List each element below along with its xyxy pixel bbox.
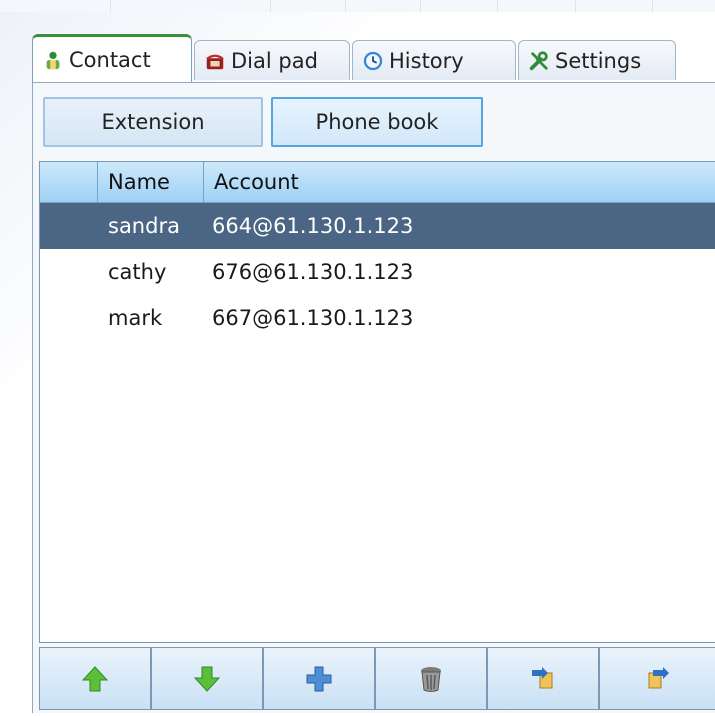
contact-person-icon <box>41 48 65 72</box>
contact-account: 676@61.130.1.123 <box>212 260 414 284</box>
tab-history-label: History <box>389 48 464 73</box>
contact-account: 667@61.130.1.123 <box>212 306 414 330</box>
move-up-button[interactable] <box>39 648 151 710</box>
contact-name: sandra <box>108 214 180 238</box>
column-header-select[interactable] <box>40 162 98 202</box>
table-toolbar <box>39 647 715 710</box>
import-icon <box>532 666 553 688</box>
import-contacts-button[interactable] <box>487 648 599 710</box>
contact-account: 664@61.130.1.123 <box>212 214 414 238</box>
contacts-table: Name Account sandra 664@61.130.1.123 cat… <box>39 161 715 643</box>
phone-book-button[interactable]: Phone book <box>271 97 483 147</box>
clock-icon <box>361 49 385 73</box>
tools-icon <box>527 49 551 73</box>
tab-contact[interactable]: Contact <box>32 34 192 82</box>
move-down-button[interactable] <box>151 648 263 710</box>
column-header-name[interactable]: Name <box>98 162 204 202</box>
table-row[interactable]: mark 667@61.130.1.123 <box>40 295 715 341</box>
contact-name: cathy <box>108 260 167 284</box>
move-down-icon <box>193 666 221 692</box>
add-contact-button[interactable] <box>263 648 375 710</box>
column-header-account[interactable]: Account <box>204 162 715 202</box>
extension-button-label: Extension <box>101 110 205 134</box>
delete-contact-button[interactable] <box>375 648 487 710</box>
table-header: Name Account <box>40 162 715 203</box>
tab-dial-pad[interactable]: Dial pad <box>194 40 350 80</box>
tab-settings-label: Settings <box>555 48 642 73</box>
phone-book-button-label: Phone book <box>315 110 439 134</box>
table-row[interactable]: cathy 676@61.130.1.123 <box>40 249 715 295</box>
export-contacts-button[interactable] <box>599 648 715 710</box>
tab-history[interactable]: History <box>352 40 516 80</box>
move-up-icon <box>81 665 109 691</box>
contact-panel: Extension Phone book Name Account sandra… <box>32 82 715 713</box>
delete-trash-icon <box>421 666 441 692</box>
contact-name: mark <box>108 306 163 330</box>
tab-settings[interactable]: Settings <box>518 40 676 80</box>
export-icon <box>648 666 669 688</box>
tab-contact-label: Contact <box>69 47 151 72</box>
telephone-icon <box>203 49 227 73</box>
add-icon <box>306 666 332 691</box>
table-row[interactable]: sandra 664@61.130.1.123 <box>40 203 715 249</box>
tab-dial-pad-label: Dial pad <box>231 48 318 73</box>
extension-button[interactable]: Extension <box>43 97 263 147</box>
